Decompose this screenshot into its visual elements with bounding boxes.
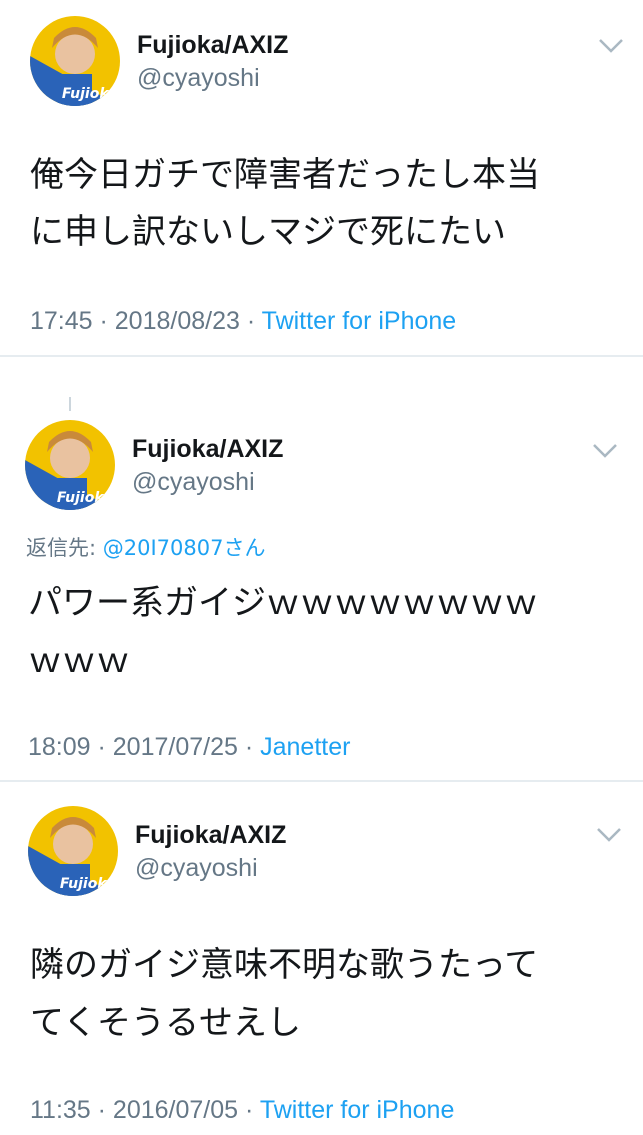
tweet-text-line: 俺今日ガチで障害者だったし本当 [30, 155, 540, 195]
tweet-text-line: に申し訳ないしマジで死にたい [30, 212, 506, 252]
tweet-text-line: パワー系ガイジｗｗｗｗｗｗｗｗ [28, 583, 538, 623]
reply-prefix: 返信先: [26, 536, 103, 560]
avatar[interactable]: Fujioka [25, 420, 115, 510]
reply-mention-link[interactable]: @20I70807さん [103, 536, 266, 560]
tweet-2[interactable]: Fujioka Fujioka/AXIZ @cyayoshi 返信先: @20I… [0, 357, 643, 780]
display-name[interactable]: Fujioka/AXIZ [137, 31, 288, 60]
tweet-meta: 11:35 · 2016/07/05 · Twitter for iPhone [30, 1096, 454, 1125]
tweet-meta: 18:09 · 2017/07/25 · Janetter [28, 733, 350, 762]
tweet-3[interactable]: Fujioka Fujioka/AXIZ @cyayoshi 隣のガイジ意味不明… [0, 782, 643, 1135]
tweet-1[interactable]: Fujioka Fujioka/AXIZ @cyayoshi 俺今日ガチで障害者… [0, 0, 643, 355]
handle[interactable]: @cyayoshi [132, 468, 255, 497]
source-link[interactable]: Janetter [260, 733, 350, 761]
source-link[interactable]: Twitter for iPhone [260, 1096, 455, 1124]
timestamp[interactable]: 11:35 · 2016/07/05 · [30, 1096, 260, 1124]
thread-connector [69, 397, 71, 411]
tweet-meta: 17:45 · 2018/08/23 · Twitter for iPhone [30, 307, 456, 336]
avatar-caption: Fujioka [60, 876, 116, 892]
tweet-text-line: てくそうるせえし [30, 1003, 301, 1043]
avatar-caption: Fujioka [62, 86, 118, 102]
avatar-image: Fujioka [25, 420, 115, 510]
tweet-text-line: 隣のガイジ意味不明な歌うたって [30, 945, 539, 985]
chevron-down-icon[interactable] [596, 827, 622, 843]
avatar[interactable]: Fujioka [28, 806, 118, 896]
avatar[interactable]: Fujioka [30, 16, 120, 106]
handle[interactable]: @cyayoshi [137, 64, 260, 93]
reply-to: 返信先: @20I70807さん [26, 532, 266, 562]
avatar-image: Fujioka [30, 16, 120, 106]
display-name[interactable]: Fujioka/AXIZ [135, 821, 286, 850]
timestamp[interactable]: 18:09 · 2017/07/25 · [28, 733, 260, 761]
handle[interactable]: @cyayoshi [135, 854, 258, 883]
display-name[interactable]: Fujioka/AXIZ [132, 435, 283, 464]
tweet-text-line: ｗｗｗ [28, 641, 130, 681]
timestamp[interactable]: 17:45 · 2018/08/23 · [30, 307, 262, 335]
avatar-caption: Fujioka [57, 490, 113, 506]
chevron-down-icon[interactable] [592, 443, 618, 459]
chevron-down-icon[interactable] [598, 38, 624, 54]
source-link[interactable]: Twitter for iPhone [262, 307, 457, 335]
avatar-image: Fujioka [28, 806, 118, 896]
